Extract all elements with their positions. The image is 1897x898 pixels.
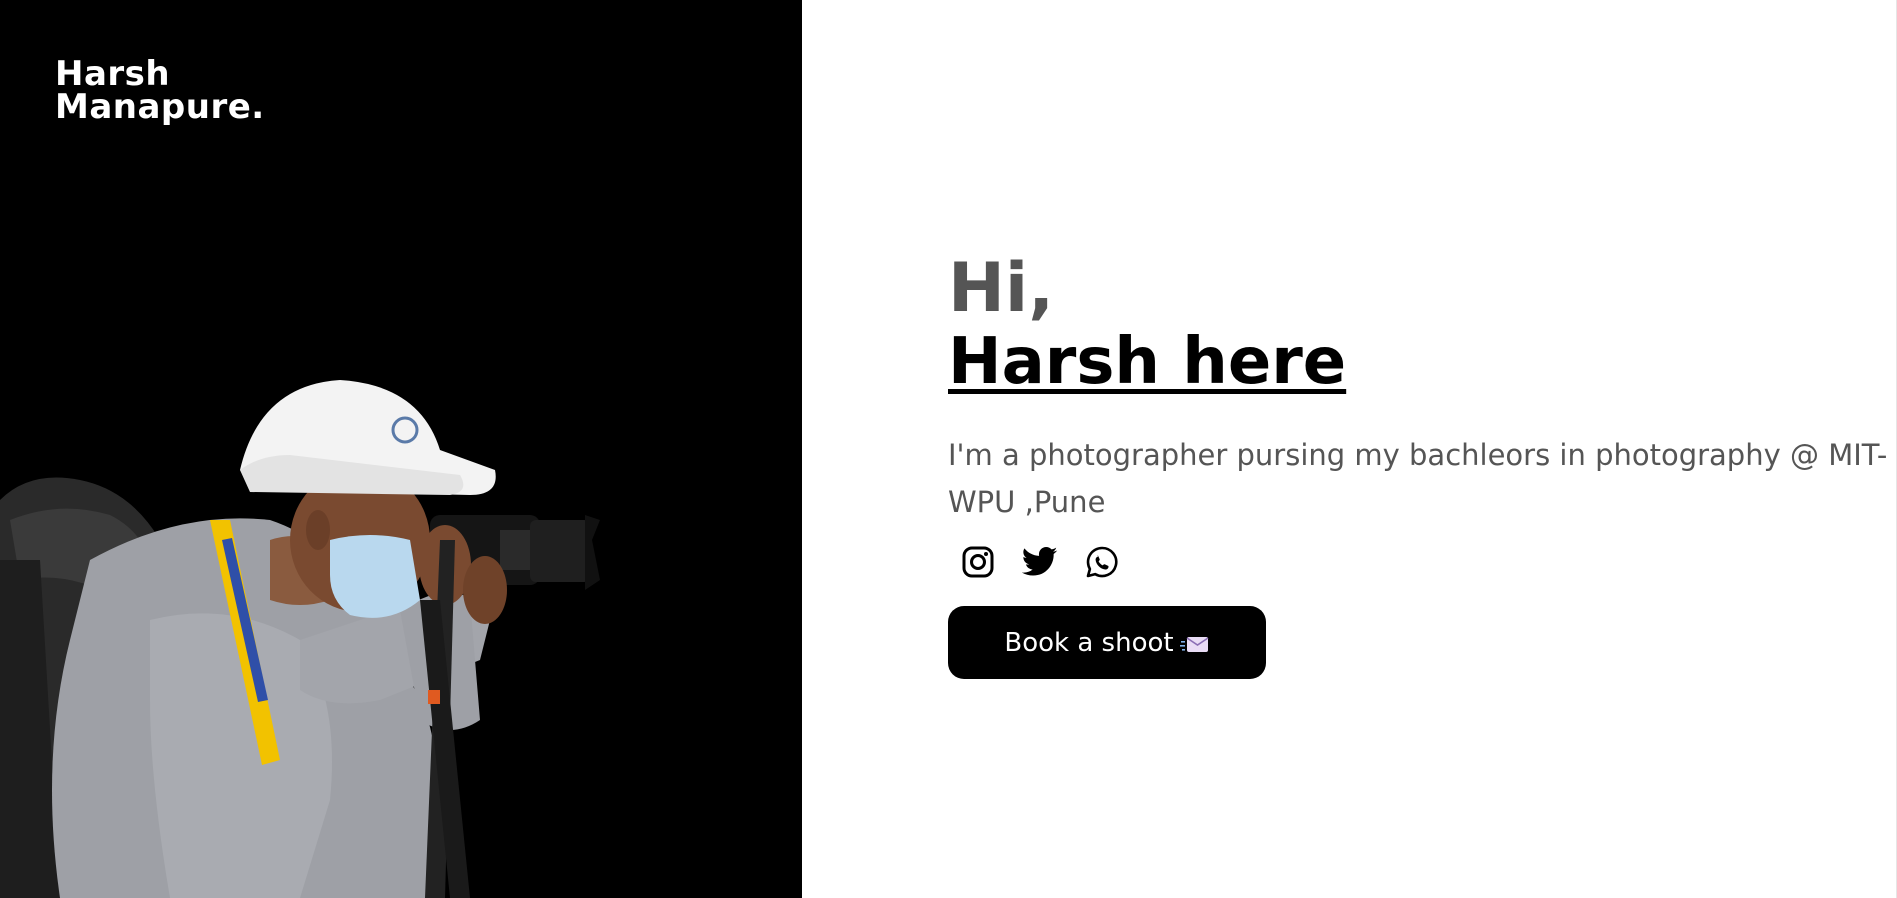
twitter-link[interactable] bbox=[1022, 544, 1058, 580]
twitter-icon bbox=[1022, 547, 1058, 576]
hero-photo-panel: Harsh Manapure. bbox=[0, 0, 802, 898]
social-links bbox=[948, 544, 1888, 580]
instagram-link[interactable] bbox=[960, 544, 996, 580]
photographer-photo bbox=[0, 380, 600, 898]
name-heading: Harsh here bbox=[948, 325, 1347, 399]
whatsapp-link[interactable] bbox=[1084, 544, 1120, 580]
greeting-heading: Hi, bbox=[948, 249, 1055, 328]
hero-content: Hi, Harsh here I'm a photographer pursin… bbox=[948, 252, 1888, 679]
book-shoot-button[interactable]: Book a shoot bbox=[948, 606, 1266, 679]
book-shoot-label: Book a shoot bbox=[1004, 627, 1174, 658]
instagram-icon bbox=[962, 546, 994, 578]
intro-panel: Hi, Harsh here I'm a photographer pursin… bbox=[802, 0, 1897, 898]
envelope-icon bbox=[1179, 636, 1209, 652]
page: Harsh Manapure. Hi, Harsh here I'm a pho… bbox=[0, 0, 1897, 898]
bio-text: I'm a photographer pursing my bachleors … bbox=[948, 438, 1888, 519]
whatsapp-icon bbox=[1086, 546, 1118, 578]
